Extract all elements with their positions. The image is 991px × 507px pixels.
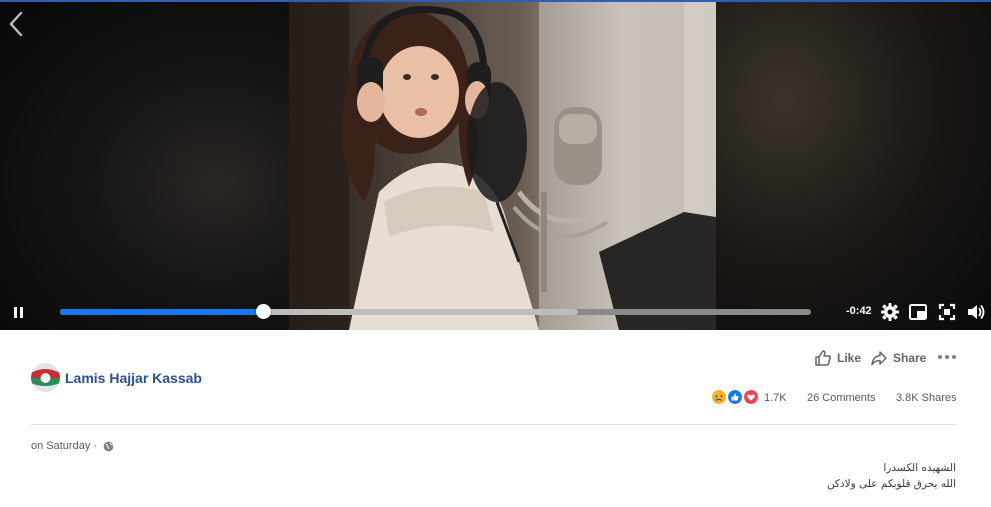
sad-reaction-icon — [711, 389, 727, 405]
love-reaction-icon — [743, 389, 759, 405]
time-remaining: -0:42 — [846, 305, 872, 317]
volume-icon[interactable] — [966, 302, 986, 322]
progress-played — [60, 309, 263, 315]
timestamp-text: on Saturday · — [31, 440, 98, 452]
more-dots-icon[interactable] — [938, 355, 956, 361]
share-icon — [871, 351, 887, 366]
video-controls: -0:42 — [0, 298, 991, 328]
author-name[interactable]: Lamis Hajjar Kassab — [65, 370, 202, 386]
reaction-summary[interactable] — [711, 389, 761, 406]
progress-track[interactable] — [60, 309, 811, 315]
globe-icon — [103, 441, 114, 451]
share-label: Share — [893, 351, 927, 365]
reaction-count[interactable]: 1.7K — [764, 392, 787, 404]
avatar-image — [31, 363, 60, 392]
caption-line-1: الشهيده الكسدرا — [883, 462, 956, 474]
video-frame[interactable] — [289, 2, 716, 330]
avatar[interactable] — [31, 363, 60, 392]
video-blur-left — [0, 2, 289, 330]
back-chevron-icon[interactable] — [6, 10, 26, 38]
shares-count[interactable]: 3.8K Shares — [896, 392, 957, 404]
post-timestamp[interactable]: on Saturday · — [31, 440, 114, 452]
facebook-video-post: -0:42 Lamis Hajjar Kassab Like Share 1.7… — [0, 0, 991, 507]
fullscreen-icon[interactable] — [937, 302, 957, 322]
like-reaction-icon — [727, 389, 743, 405]
video-player[interactable]: -0:42 — [0, 2, 991, 330]
like-label: Like — [837, 351, 862, 365]
post-caption: الشهيده الكسدرا الله يحرق قلوبكم على ولا… — [656, 460, 956, 492]
progress-scrubber-handle[interactable] — [255, 304, 271, 319]
divider — [31, 424, 956, 425]
video-still-illustration — [289, 2, 716, 330]
thumbs-up-icon — [815, 350, 831, 366]
like-button[interactable]: Like — [814, 349, 861, 367]
gear-icon[interactable] — [880, 302, 900, 322]
share-button[interactable]: Share — [870, 349, 926, 367]
video-blur-right — [716, 2, 991, 330]
pause-button[interactable] — [10, 303, 28, 323]
pause-icon — [14, 307, 17, 318]
comments-count[interactable]: 26 Comments — [807, 392, 875, 404]
picture-in-picture-icon[interactable] — [908, 302, 928, 322]
caption-line-2: الله يحرق قلوبكم على ولادكن — [826, 478, 956, 490]
